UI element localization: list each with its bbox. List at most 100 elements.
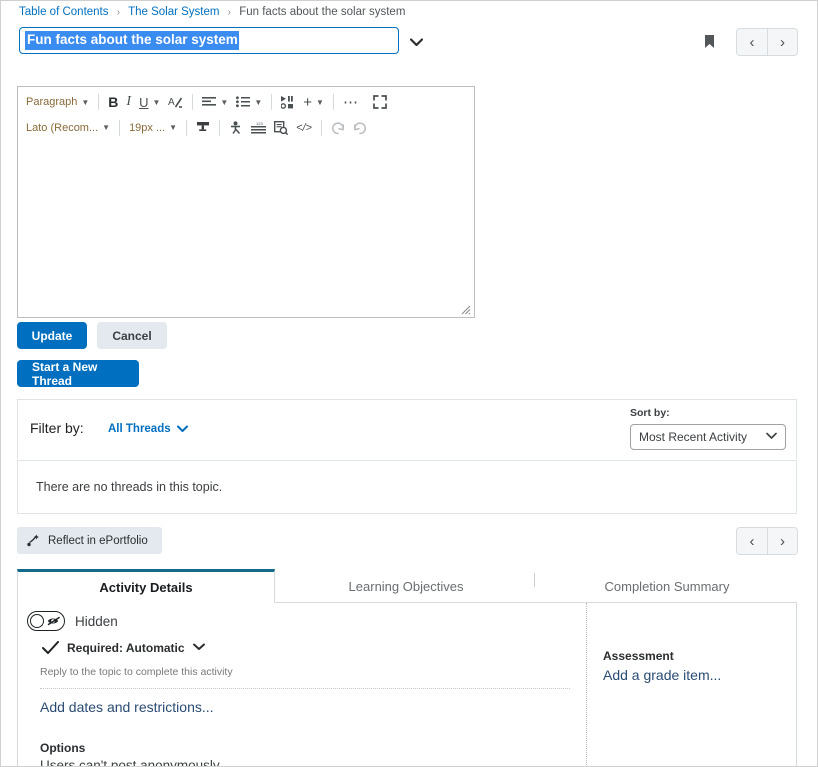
- toolbar-divider: [332, 94, 334, 110]
- text-color-icon: A: [168, 95, 183, 109]
- editor-content-area[interactable]: [18, 140, 474, 317]
- page-root: Table of Contents › The Solar System › F…: [0, 0, 818, 767]
- plus-icon: +: [303, 93, 313, 111]
- breadcrumb-item-current: Fun facts about the solar system: [239, 6, 406, 18]
- italic-icon: I: [126, 94, 132, 109]
- underline-button[interactable]: U ▼: [135, 91, 164, 113]
- filter-by-dropdown[interactable]: All Threads: [108, 423, 188, 435]
- section-divider: [40, 688, 570, 689]
- cancel-button[interactable]: Cancel: [97, 322, 167, 349]
- activity-details-panel: Hidden Required: Automatic Reply to the …: [17, 603, 797, 767]
- bookmark-icon[interactable]: [701, 32, 717, 50]
- font-size-select[interactable]: 19px ... ▼: [125, 117, 181, 139]
- chevron-down-icon: ▼: [220, 97, 229, 107]
- start-new-thread-button[interactable]: Start a New Thread: [17, 360, 139, 388]
- topic-title-value: Fun facts about the solar system: [25, 31, 239, 50]
- empty-threads-message: There are no threads in this topic.: [17, 460, 797, 514]
- html-source-button[interactable]: </>: [292, 117, 316, 139]
- insert-media-button[interactable]: [277, 91, 299, 113]
- thread-filter-bar: Filter by: All Threads Sort by: Most Rec…: [17, 399, 797, 459]
- assessment-heading: Assessment: [603, 649, 674, 663]
- insert-button[interactable]: + ▼: [299, 91, 328, 113]
- visibility-toggle-row: Hidden: [27, 611, 118, 631]
- underline-icon: U: [139, 94, 149, 110]
- bold-icon: B: [108, 94, 119, 110]
- add-grade-item-link[interactable]: Add a grade item...: [603, 667, 721, 683]
- reflect-in-eportfolio-label: Reflect in ePortfolio: [48, 534, 148, 547]
- format-painter-button[interactable]: [192, 117, 214, 139]
- chevron-down-icon: ▼: [81, 97, 90, 107]
- toolbar-divider: [219, 119, 221, 136]
- fullscreen-button[interactable]: [369, 91, 391, 113]
- fullscreen-icon: [373, 95, 387, 109]
- chevron-down-icon: [176, 425, 188, 433]
- html-editor: Paragraph ▼ B I U ▼ A ▼ ▼ + ▼ ⋯ Lato (Re…: [17, 86, 475, 318]
- breadcrumb-separator: ›: [227, 7, 232, 18]
- more-options-button[interactable]: ⋯: [339, 91, 363, 113]
- svg-text:123: 123: [256, 121, 263, 126]
- redo-button[interactable]: [349, 117, 371, 139]
- options-anonymous-text: Users can't post anonymously: [40, 758, 220, 767]
- font-family-select[interactable]: Lato (Recom... ▼: [22, 117, 114, 139]
- preview-search-icon: [274, 120, 289, 135]
- toolbar-divider: [271, 94, 273, 110]
- chevron-down-icon: [192, 643, 205, 653]
- accessibility-checker-button[interactable]: [225, 117, 247, 139]
- bulleted-list-icon: [236, 96, 251, 108]
- details-tablist: Activity Details Learning Objectives Com…: [17, 569, 797, 603]
- tab-activity-details[interactable]: Activity Details: [17, 569, 275, 603]
- chevron-down-icon: ▼: [316, 97, 324, 107]
- filter-by-value: All Threads: [108, 423, 171, 435]
- undo-icon: [331, 121, 345, 135]
- toolbar-divider: [192, 94, 194, 110]
- update-button[interactable]: Update: [17, 322, 87, 349]
- text-color-button[interactable]: A: [164, 91, 187, 113]
- filter-by-label: Filter by:: [30, 420, 84, 436]
- resize-grip-icon[interactable]: [460, 303, 471, 315]
- chevron-down-icon: ▼: [254, 97, 263, 107]
- tab-learning-objectives[interactable]: Learning Objectives: [275, 569, 537, 603]
- align-button[interactable]: ▼: [198, 91, 232, 113]
- redo-icon: [353, 121, 367, 135]
- required-dropdown[interactable]: Required: Automatic: [42, 641, 205, 655]
- visibility-label: Hidden: [75, 613, 118, 629]
- font-family-label: Lato (Recom...: [26, 121, 99, 134]
- visibility-toggle[interactable]: [27, 611, 65, 631]
- chevron-down-icon[interactable]: [405, 33, 427, 51]
- paragraph-format-select[interactable]: Paragraph ▼: [22, 91, 93, 113]
- chevron-down-icon: [766, 432, 777, 442]
- word-count-button[interactable]: 123: [247, 117, 270, 139]
- chevron-down-icon: ▼: [152, 97, 161, 107]
- tab-divider: [534, 573, 535, 587]
- topic-nav-buttons-bottom: ‹ ›: [736, 527, 798, 555]
- toggle-knob: [30, 614, 44, 628]
- svg-text:A: A: [168, 97, 175, 108]
- toolbar-divider: [186, 119, 188, 136]
- topic-nav-buttons-top: ‹ ›: [736, 28, 798, 56]
- editor-toolbar-row-2: Lato (Recom... ▼ 19px ... ▼ 123 </>: [18, 115, 474, 141]
- topic-title-input[interactable]: Fun facts about the solar system: [19, 27, 399, 54]
- bold-button[interactable]: B: [104, 91, 122, 113]
- add-dates-restrictions-link[interactable]: Add dates and restrictions...: [40, 699, 214, 715]
- toolbar-divider: [98, 94, 100, 110]
- toolbar-divider: [119, 119, 121, 136]
- tab-completion-summary[interactable]: Completion Summary: [537, 569, 797, 603]
- sort-by-select[interactable]: Most Recent Activity: [630, 424, 786, 450]
- breadcrumb-separator: ›: [116, 7, 121, 18]
- accessibility-check-icon: [229, 120, 243, 135]
- undo-button[interactable]: [327, 117, 349, 139]
- previous-topic-button-top[interactable]: ‹: [737, 29, 767, 55]
- eportfolio-icon: [27, 534, 40, 547]
- preview-button[interactable]: [270, 117, 292, 139]
- breadcrumb-item-table-of-contents[interactable]: Table of Contents: [19, 6, 109, 18]
- previous-topic-button-bottom[interactable]: ‹: [737, 528, 767, 554]
- next-topic-button-bottom[interactable]: ›: [767, 528, 797, 554]
- required-helper-text: Reply to the topic to complete this acti…: [40, 666, 233, 678]
- word-count-icon: 123: [251, 121, 267, 134]
- italic-button[interactable]: I: [122, 91, 135, 113]
- panel-divider: [586, 603, 587, 766]
- reflect-in-eportfolio-button[interactable]: Reflect in ePortfolio: [17, 527, 162, 554]
- breadcrumb-item-the-solar-system[interactable]: The Solar System: [128, 6, 219, 18]
- list-button[interactable]: ▼: [232, 91, 266, 113]
- next-topic-button-top[interactable]: ›: [767, 29, 797, 55]
